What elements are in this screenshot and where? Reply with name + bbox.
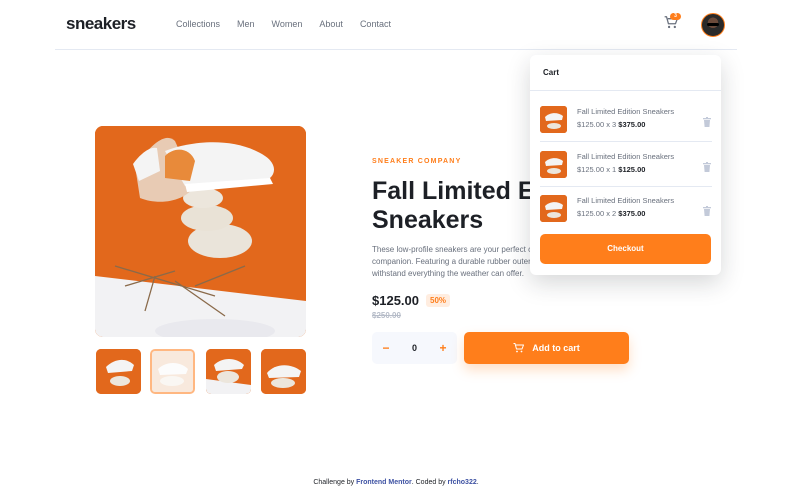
main-nav: Collections Men Women About Contact (176, 19, 408, 29)
cart-item-total: $375.00 (618, 209, 646, 218)
delete-icon[interactable] (703, 114, 711, 127)
nav-item-about[interactable]: About (319, 19, 343, 29)
cart-title: Cart (543, 68, 560, 77)
thumbnail-4[interactable] (261, 349, 306, 394)
logo[interactable]: sneakers (66, 14, 136, 34)
cart-header: Cart (530, 55, 721, 91)
cart-item-price-line: $125.00 x 1 $125.00 (577, 165, 645, 174)
footer-prefix: Challenge by (313, 479, 357, 486)
cart-item: Fall Limited Edition Sneakers $125.00 x … (540, 187, 712, 231)
author-link[interactable]: rfcho322 (448, 479, 477, 486)
thumbnail-strip (96, 349, 306, 395)
thumbnail-1[interactable] (96, 349, 141, 394)
cart-dropdown: Cart Fall Limited Edition Sneakers $125.… (530, 55, 721, 275)
attribution-footer: Challenge by Frontend Mentor. Coded by r… (0, 479, 792, 486)
cart-count-badge: 3 (670, 13, 681, 20)
cart-item: Fall Limited Edition Sneakers $125.00 x … (540, 98, 712, 142)
thumbnail-3[interactable] (206, 349, 251, 394)
cart-item-price-line: $125.00 x 3 $375.00 (577, 120, 645, 129)
cart-item-thumbnail (540, 151, 567, 178)
decrease-quantity-button[interactable]: − (375, 332, 397, 364)
cart-icon (513, 343, 525, 353)
cart-item-thumbnail (540, 195, 567, 222)
nav-item-contact[interactable]: Contact (360, 19, 391, 29)
nav-item-women[interactable]: Women (272, 19, 303, 29)
cart-item-price-line: $125.00 x 2 $375.00 (577, 209, 645, 218)
add-to-cart-button[interactable]: Add to cart (464, 332, 629, 364)
cart-item-name: Fall Limited Edition Sneakers (577, 107, 675, 116)
current-price: $125.00 (372, 293, 419, 308)
avatar[interactable] (701, 13, 725, 37)
discount-badge: 50% (426, 294, 451, 307)
site-header: sneakers Collections Men Women About Con… (55, 0, 737, 50)
company-label: SNEAKER COMPANY (372, 158, 462, 165)
cart-item-thumbnail (540, 106, 567, 133)
cart-item-unit: $125.00 x 3 (577, 120, 617, 129)
cart-item-total: $375.00 (618, 120, 646, 129)
cart-item-name: Fall Limited Edition Sneakers (577, 152, 675, 161)
frontend-mentor-link[interactable]: Frontend Mentor (356, 479, 412, 486)
cart-item-total: $125.00 (618, 165, 646, 174)
footer-middle: . Coded by (411, 479, 448, 486)
thumbnail-2[interactable] (150, 349, 195, 394)
cart-item-unit: $125.00 x 1 (577, 165, 617, 174)
nav-item-men[interactable]: Men (237, 19, 255, 29)
product-main-image[interactable] (95, 126, 306, 337)
nav-item-collections[interactable]: Collections (176, 19, 220, 29)
cart-item: Fall Limited Edition Sneakers $125.00 x … (540, 143, 712, 187)
checkout-button[interactable]: Checkout (540, 234, 711, 264)
original-price: $250.00 (372, 311, 401, 320)
increase-quantity-button[interactable]: + (432, 332, 454, 364)
quantity-value: 0 (411, 343, 417, 353)
cart-item-name: Fall Limited Edition Sneakers (577, 196, 675, 205)
delete-icon[interactable] (703, 159, 711, 172)
cart-item-unit: $125.00 x 2 (577, 209, 617, 218)
quantity-stepper: − 0 + (372, 332, 457, 364)
delete-icon[interactable] (703, 203, 711, 216)
footer-suffix: . (476, 479, 479, 486)
add-to-cart-label: Add to cart (532, 343, 580, 353)
